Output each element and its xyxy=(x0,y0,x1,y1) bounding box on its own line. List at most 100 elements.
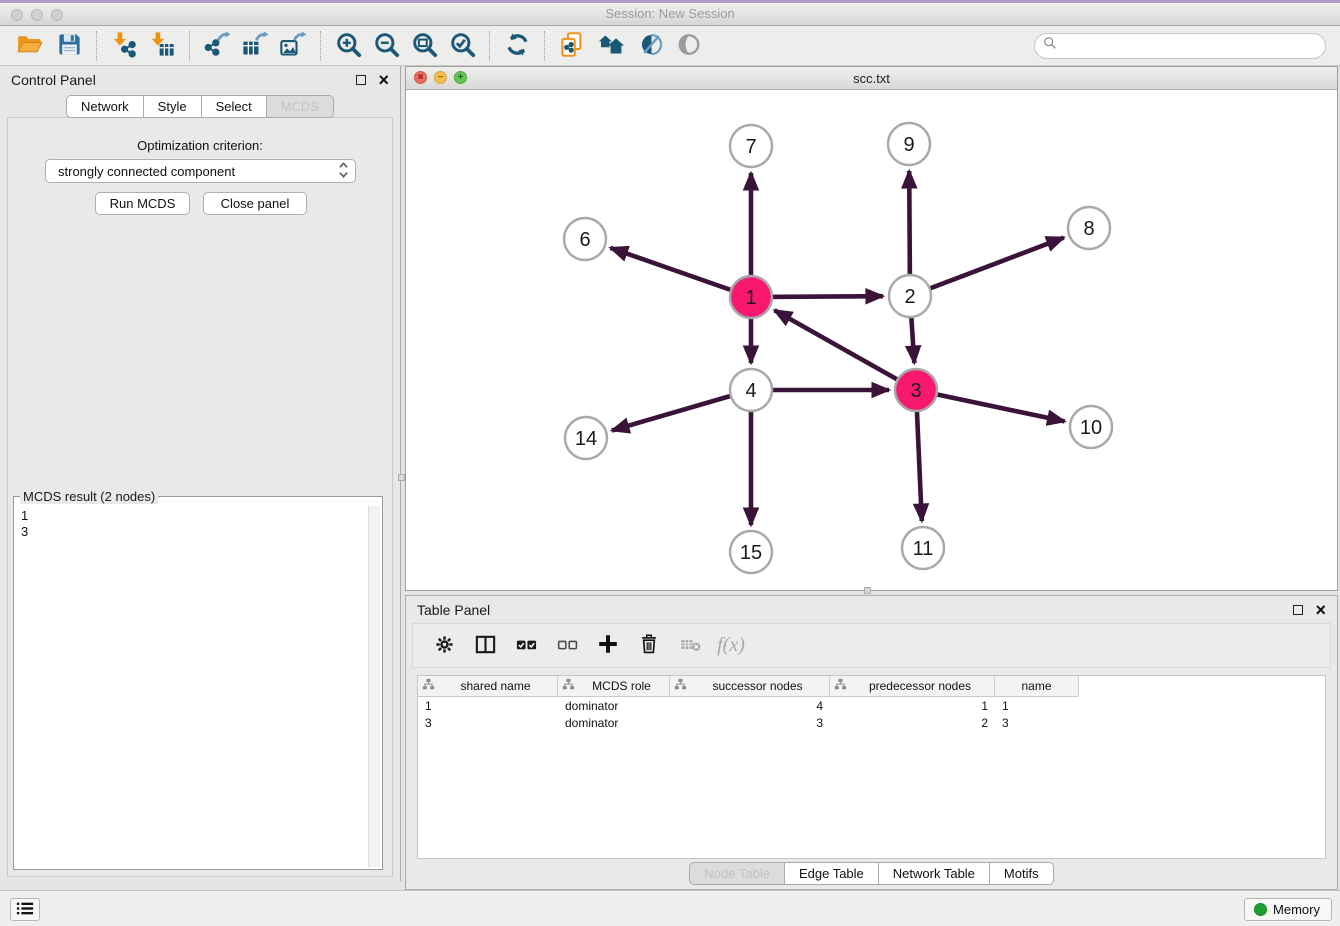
settings-gear-button[interactable] xyxy=(427,628,461,664)
result-scrollbar[interactable] xyxy=(368,506,380,867)
table-cell-successor-nodes[interactable]: 3 xyxy=(670,715,830,731)
table-cell-mcds-role[interactable]: dominator xyxy=(558,698,670,714)
style-preview-button[interactable] xyxy=(635,29,667,63)
session-title: Session: New Session xyxy=(0,6,1340,21)
mcds-result-box[interactable]: MCDS result (2 nodes) 13 xyxy=(13,489,383,870)
column-header-shared-name[interactable]: shared name xyxy=(418,676,558,697)
export-table-button[interactable] xyxy=(239,29,271,63)
control-tab-mcds[interactable]: MCDS xyxy=(267,95,334,118)
float-panel-icon[interactable] xyxy=(356,75,366,85)
open-session-button[interactable] xyxy=(13,29,47,63)
zoom-fit-button[interactable] xyxy=(408,29,440,63)
graph-edge-1-6[interactable] xyxy=(611,248,752,297)
graph-node-15[interactable]: 15 xyxy=(730,531,772,573)
graph-node-3[interactable]: 3 xyxy=(895,369,937,411)
refresh-layout-icon xyxy=(504,31,531,61)
main-toolbar xyxy=(0,26,1340,66)
table-cell-shared-name[interactable]: 3 xyxy=(418,715,558,731)
graph-node-8[interactable]: 8 xyxy=(1068,207,1110,249)
table-cell-predecessor-nodes[interactable]: 1 xyxy=(830,698,995,714)
memory-button[interactable]: Memory xyxy=(1244,898,1332,921)
criterion-dropdown[interactable]: strongly connected component xyxy=(45,159,356,183)
run-mcds-button[interactable]: Run MCDS xyxy=(95,192,190,215)
table-tab-edge-table[interactable]: Edge Table xyxy=(785,862,879,885)
table-cell-mcds-role[interactable]: dominator xyxy=(558,715,670,731)
graph-node-4[interactable]: 4 xyxy=(730,369,772,411)
graph-node-7[interactable]: 7 xyxy=(730,125,772,167)
home-button[interactable] xyxy=(594,29,629,63)
column-label: name xyxy=(999,679,1074,693)
close-panel-icon[interactable]: × xyxy=(378,75,389,85)
export-network-button[interactable] xyxy=(201,29,233,63)
table-row[interactable]: 3dominator323 xyxy=(418,715,1325,731)
export-image-button[interactable] xyxy=(277,29,309,63)
column-label: shared name xyxy=(438,679,553,693)
delete-column-button[interactable] xyxy=(632,628,666,664)
import-table-button[interactable] xyxy=(146,29,178,63)
save-session-button[interactable] xyxy=(53,29,85,63)
deselect-all-icon xyxy=(555,633,580,659)
control-tab-select[interactable]: Select xyxy=(202,95,267,118)
network-minimize-icon[interactable]: − xyxy=(434,71,447,84)
column-header-name[interactable]: name xyxy=(995,676,1079,697)
delete-table-icon xyxy=(678,634,703,658)
import-network-button[interactable] xyxy=(108,29,140,63)
table-cell-name[interactable]: 1 xyxy=(995,698,1079,714)
graph-node-10[interactable]: 10 xyxy=(1070,406,1112,448)
graph-node-9[interactable]: 9 xyxy=(888,123,930,165)
network-maximize-icon[interactable]: + xyxy=(454,71,467,84)
table-tab-network-table[interactable]: Network Table xyxy=(879,862,990,885)
node-table: shared name MCDS rolesuccessor nodesprede… xyxy=(417,675,1326,859)
table-cell-name[interactable]: 3 xyxy=(995,715,1079,731)
split-pane-handle-vertical[interactable] xyxy=(398,474,405,481)
table-cell-shared-name[interactable]: 1 xyxy=(418,698,558,714)
control-tab-network[interactable]: Network xyxy=(66,95,144,118)
hierarchy-icon xyxy=(422,678,435,694)
network-canvas[interactable]: 7 9 6 8 1 2 4 3 14 10 15 11 xyxy=(406,90,1337,590)
graph-node-11[interactable]: 11 xyxy=(902,527,944,569)
graph-node-label: 6 xyxy=(579,229,590,251)
hierarchy-icon xyxy=(834,678,847,694)
function-builder-button: f(x) xyxy=(714,628,748,664)
column-header-predecessor-nodes[interactable]: predecessor nodes xyxy=(830,676,995,697)
graph-edge-2-8[interactable] xyxy=(910,238,1064,296)
network-close-icon[interactable]: × xyxy=(414,71,427,84)
graph-node-1[interactable]: 1 xyxy=(730,276,772,318)
zoom-in-button[interactable] xyxy=(332,29,364,63)
task-history-button[interactable] xyxy=(10,898,40,921)
float-table-panel-icon[interactable] xyxy=(1293,605,1303,615)
task-list-icon xyxy=(16,901,34,919)
toolbar-separator xyxy=(544,31,545,61)
zoom-selected-button[interactable] xyxy=(446,29,478,63)
table-tab-node-table[interactable]: Node Table xyxy=(689,862,785,885)
deselect-all-button[interactable] xyxy=(550,628,584,664)
main-titlebar: Session: New Session xyxy=(0,0,1340,26)
zoom-out-button[interactable] xyxy=(370,29,402,63)
column-header-mcds-role[interactable]: MCDS role xyxy=(558,676,670,697)
control-tab-style[interactable]: Style xyxy=(144,95,202,118)
table-tab-motifs[interactable]: Motifs xyxy=(990,862,1054,885)
close-table-panel-icon[interactable]: × xyxy=(1315,605,1326,615)
column-header-successor-nodes[interactable]: successor nodes xyxy=(670,676,830,697)
graph-edge-3-10[interactable] xyxy=(916,390,1065,421)
select-all-button[interactable] xyxy=(509,628,543,664)
split-panel-button[interactable] xyxy=(468,628,502,664)
export-network-icon xyxy=(203,30,231,61)
split-pane-handle-horizontal[interactable] xyxy=(864,587,871,594)
search-input[interactable] xyxy=(1063,37,1317,54)
search-field[interactable] xyxy=(1034,33,1326,59)
graph-edge-3-1[interactable] xyxy=(775,310,917,390)
network-view-window: × − + scc.txt 7968124314101511 xyxy=(405,66,1338,591)
refresh-layout-button[interactable] xyxy=(501,29,533,63)
table-panel-tabs: Node TableEdge TableNetwork TableMotifs xyxy=(406,862,1337,885)
table-row[interactable]: 1dominator411 xyxy=(418,698,1325,714)
settings-gear-icon xyxy=(433,633,456,659)
graph-node-6[interactable]: 6 xyxy=(564,218,606,260)
graph-node-14[interactable]: 14 xyxy=(565,417,607,459)
table-cell-successor-nodes[interactable]: 4 xyxy=(670,698,830,714)
add-column-button[interactable] xyxy=(591,628,625,664)
table-cell-predecessor-nodes[interactable]: 2 xyxy=(830,715,995,731)
close-panel-button[interactable]: Close panel xyxy=(203,192,307,215)
graph-node-2[interactable]: 2 xyxy=(889,275,931,317)
copy-network-button[interactable] xyxy=(556,29,588,63)
